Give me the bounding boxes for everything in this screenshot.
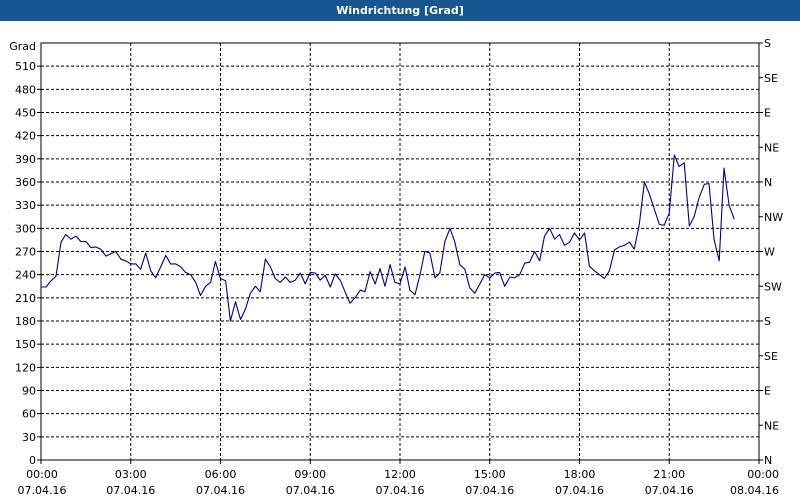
y-axis-label: Grad xyxy=(9,40,36,53)
right-tick-label: S xyxy=(764,37,771,50)
y-tick-label: 480 xyxy=(15,83,36,96)
right-tick-label: S xyxy=(764,315,771,328)
right-tick-label: SE xyxy=(764,72,778,85)
right-tick-label: SE xyxy=(764,350,778,363)
y-tick-label: 60 xyxy=(22,408,36,421)
x-tick-date: 07.04.16 xyxy=(196,484,245,497)
right-tick-label: SW xyxy=(764,280,782,293)
y-tick-label: 120 xyxy=(15,361,36,374)
x-tick-time: 00:00 xyxy=(26,468,58,481)
right-tick-label: N xyxy=(764,176,772,189)
y-tick-label: 210 xyxy=(15,292,36,305)
x-tick-time: 21:00 xyxy=(653,468,685,481)
x-tick-date: 07.04.16 xyxy=(376,484,425,497)
y-tick-label: 510 xyxy=(15,60,36,73)
x-tick-time: 09:00 xyxy=(294,468,326,481)
right-tick-label: NE xyxy=(764,419,779,432)
y-tick-label: 420 xyxy=(15,130,36,143)
y-tick-label: 180 xyxy=(15,315,36,328)
wind-direction-chart: 0 30 60 90 120 150 180 210 240 270 300 330 360 390 420… xyxy=(9,37,783,497)
y-tick-label: 360 xyxy=(15,176,36,189)
x-tick-time: 06:00 xyxy=(205,468,237,481)
right-tick-label: N xyxy=(764,454,772,467)
x-tick-time: 12:00 xyxy=(384,468,416,481)
y-tick-label: 240 xyxy=(15,269,36,282)
y-tick-label: 90 xyxy=(22,385,36,398)
x-tick-date: 07.04.16 xyxy=(645,484,694,497)
x-tick-date: 07.04.16 xyxy=(555,484,604,497)
y-tick-label: 330 xyxy=(15,199,36,212)
y-tick-label: 270 xyxy=(15,246,36,259)
x-tick-date: 08.04.16 xyxy=(730,484,779,497)
x-tick-date: 07.04.16 xyxy=(106,484,155,497)
right-tick-label: NW xyxy=(764,211,783,224)
x-tick-time: 03:00 xyxy=(115,468,147,481)
right-tick-label: E xyxy=(764,385,771,398)
y-tick-label: 0 xyxy=(29,454,36,467)
right-tick-label: NE xyxy=(764,141,779,154)
x-tick-date: 07.04.16 xyxy=(286,484,335,497)
y-tick-label: 150 xyxy=(15,338,36,351)
x-tick-date: 07.04.16 xyxy=(465,484,514,497)
right-tick-label: W xyxy=(764,246,775,259)
x-tick-date: 07.04.16 xyxy=(18,484,67,497)
x-tick-time: 18:00 xyxy=(564,468,596,481)
x-tick-time: 15:00 xyxy=(474,468,506,481)
y-tick-label: 450 xyxy=(15,107,36,120)
y-tick-label: 390 xyxy=(15,153,36,166)
right-tick-label: E xyxy=(764,107,771,120)
wind-direction-series-line xyxy=(41,154,735,322)
x-tick-time: 00:00 xyxy=(747,468,779,481)
y-tick-label: 30 xyxy=(22,431,36,444)
y-tick-label: 300 xyxy=(15,222,36,235)
